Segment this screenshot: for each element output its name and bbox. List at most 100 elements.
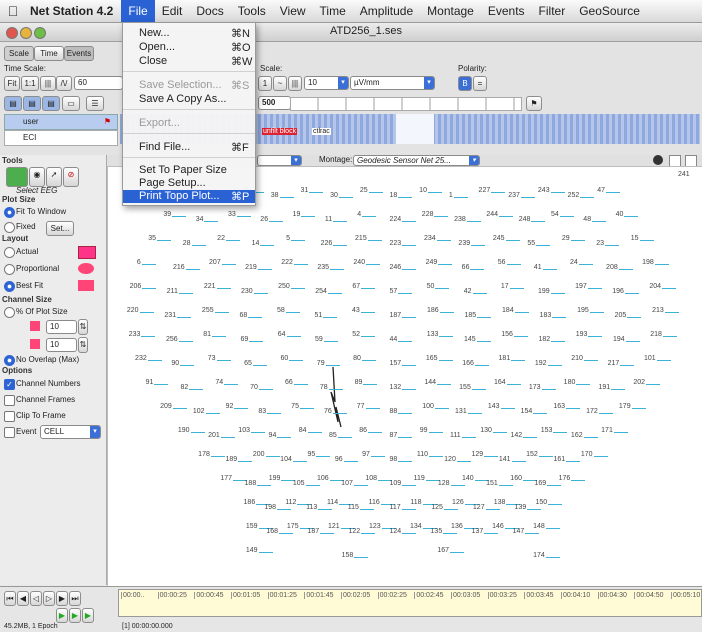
view-mode-icon-2[interactable]: ▤	[23, 96, 41, 111]
prev-page-icon[interactable]: ◀	[17, 591, 29, 606]
menu-edit[interactable]: Edit	[155, 0, 190, 22]
event-checkbox[interactable]	[4, 427, 15, 438]
view-mode-icon-1[interactable]: ▤	[4, 96, 22, 111]
channel-trace	[337, 433, 352, 438]
apple-menu-icon[interactable]: 	[0, 3, 26, 19]
tab-events[interactable]: Events	[64, 46, 94, 61]
play-fast-icon[interactable]: ▶	[69, 608, 81, 623]
channel-label: 233	[129, 331, 156, 338]
best-fit-radio[interactable]	[4, 281, 15, 292]
app-menu[interactable]: Net Station 4.2	[26, 4, 121, 18]
event-row-user[interactable]: user ⚑	[4, 114, 118, 130]
first-page-icon[interactable]: ⏮	[4, 591, 16, 606]
amp-bars-icon[interactable]: |||	[288, 76, 302, 91]
set-button[interactable]: Set...	[46, 221, 74, 236]
menu-docs[interactable]: Docs	[189, 0, 230, 22]
menu-events[interactable]: Events	[481, 0, 532, 22]
event-row-eci[interactable]: ECI	[4, 130, 118, 146]
menu-item-page-setup[interactable]: Page Setup...	[123, 177, 255, 190]
monitor-icon[interactable]: ▭	[62, 96, 80, 111]
amp-unit-select[interactable]: µV/mm ▾	[350, 76, 435, 90]
tab-time[interactable]: Time	[34, 46, 64, 61]
polarity-positive-button[interactable]: B	[458, 76, 472, 91]
next-page-icon[interactable]: ▶	[56, 591, 68, 606]
menu-view[interactable]: View	[273, 0, 313, 22]
tab-scale[interactable]: Scale	[4, 46, 34, 61]
next-icon[interactable]: ▷	[43, 591, 55, 606]
cursor-tool-icon[interactable]: ➚	[46, 167, 62, 187]
menu-item-paper-size[interactable]: Set To Paper Size	[123, 164, 255, 177]
no-overlap-radio[interactable]	[4, 355, 15, 366]
menu-geosource[interactable]: GeoSource	[572, 0, 647, 22]
clip-to-frame-checkbox[interactable]	[4, 411, 15, 422]
menu-item-find-file[interactable]: Find File... ⌘F	[123, 141, 255, 154]
ruler-tick: 00:02:45	[414, 592, 444, 599]
minimize-window-icon[interactable]	[20, 27, 32, 39]
view-mode-icon-3[interactable]: ▤	[42, 96, 60, 111]
play-icon[interactable]: ▶	[56, 608, 68, 623]
close-window-icon[interactable]	[6, 27, 18, 39]
menu-filter[interactable]: Filter	[532, 0, 573, 22]
menu-item-close[interactable]: Close ⌘W	[123, 55, 255, 68]
eye-tool-icon[interactable]: ◉	[29, 167, 45, 187]
channel-trace	[316, 452, 331, 457]
channel-frames-checkbox[interactable]	[4, 395, 15, 406]
montage-select[interactable]: Geodesic Sensor Net 25... ▾	[353, 155, 480, 166]
last-page-icon[interactable]: ⏭	[69, 591, 81, 606]
channel-trace	[212, 332, 227, 337]
menu-item-open[interactable]: Open... ⌘O	[123, 41, 255, 54]
stepper-icon-2[interactable]: ⇅	[78, 337, 88, 353]
topo-plot[interactable]: 241 253534538313025181012272372432524739…	[107, 166, 702, 588]
fit-to-window-radio[interactable]	[4, 207, 15, 218]
row-value-field[interactable]: 500	[258, 96, 291, 110]
time-ruler[interactable]: 00:00.. 00:00:25 00:00:45 00:01:05 00:01:25 0…	[118, 589, 702, 617]
one-to-one-button[interactable]: 1:1	[21, 76, 39, 91]
menu-time[interactable]: Time	[313, 0, 353, 22]
channel-label: 201	[208, 432, 235, 439]
polarity-negative-button[interactable]: =	[473, 76, 487, 91]
channel-label: 145	[464, 336, 491, 343]
pct-plot-size-radio[interactable]	[4, 307, 15, 318]
plot-select[interactable]: ▾	[257, 155, 302, 166]
amp-scale-button-1[interactable]: 1	[258, 76, 272, 91]
fixed-radio[interactable]	[4, 222, 15, 233]
channel-label: 66	[285, 379, 308, 386]
time-scale-select[interactable]: 60	[74, 76, 123, 90]
wave-compress-icon[interactable]: |||	[40, 76, 56, 91]
size-field-2[interactable]: 10	[46, 338, 77, 352]
channel-numbers-checkbox[interactable]: ✓	[4, 379, 15, 390]
menu-amplitude[interactable]: Amplitude	[353, 0, 420, 22]
amp-wave-icon[interactable]: ~	[273, 76, 287, 91]
select-eeg-tool-icon[interactable]	[6, 167, 28, 187]
list-icon[interactable]: ☰	[86, 96, 104, 111]
channel-trace	[250, 428, 265, 433]
channel-label: 43	[352, 307, 375, 314]
zoom-window-icon[interactable]	[34, 27, 46, 39]
amp-value-select[interactable]: 10 ▾	[304, 76, 349, 90]
menu-file[interactable]: File	[121, 0, 155, 22]
menu-item-new[interactable]: New... ⌘N	[123, 27, 255, 40]
event-select[interactable]: CELL ▾	[40, 425, 101, 439]
stepper-icon-1[interactable]: ⇅	[78, 319, 88, 335]
head-icon[interactable]	[653, 155, 663, 165]
menu-item-print-topo[interactable]: Print Topo Plot... ⌘P	[123, 190, 255, 203]
channel-label: 227	[479, 187, 506, 194]
event-marker-icon[interactable]: ⚑	[526, 96, 542, 111]
menu-item-save-copy[interactable]: Save A Copy As...	[123, 93, 255, 106]
channel-label: 26	[260, 216, 284, 223]
menu-montage[interactable]: Montage	[420, 0, 481, 22]
channel-trace	[580, 193, 595, 198]
play-end-icon[interactable]: ▶	[82, 608, 94, 623]
event-track-buttons[interactable]	[290, 97, 522, 111]
fit-button[interactable]: Fit	[4, 76, 20, 91]
stop-tool-icon[interactable]: ⊘	[63, 167, 79, 187]
menu-tools[interactable]: Tools	[231, 0, 273, 22]
channel-label: 240	[353, 259, 381, 266]
channel-label: 107	[341, 480, 368, 487]
actual-radio[interactable]	[4, 247, 15, 258]
size-field-1[interactable]: 10	[46, 320, 77, 334]
proportional-radio[interactable]	[4, 264, 15, 275]
prev-icon[interactable]: ◁	[30, 591, 42, 606]
wave-expand-icon[interactable]: /\/	[56, 76, 72, 91]
event-selection-window[interactable]	[396, 114, 434, 144]
